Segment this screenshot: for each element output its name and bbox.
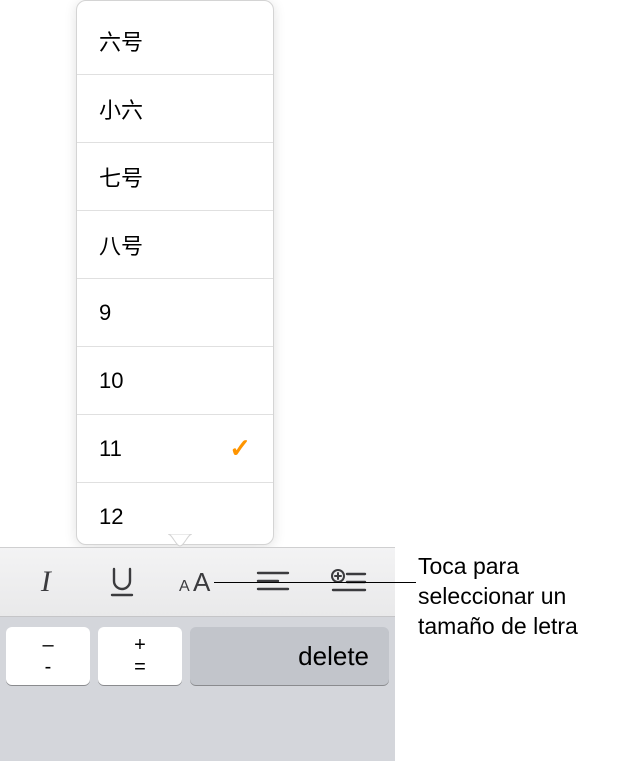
keyboard-row: – - + = delete [0,617,395,761]
checkmark-icon: ✓ [229,433,251,464]
font-size-option[interactable]: 六号 [77,7,273,75]
font-size-option[interactable]: 七号 [77,143,273,211]
font-size-option[interactable]: 八号 [77,211,273,279]
option-label: 七号 [99,161,143,193]
font-size-option[interactable]: 小六 [77,75,273,143]
option-label: 六号 [99,25,143,57]
popover-tail-icon [168,534,192,548]
option-label: 小六 [99,93,143,125]
callout-text: Toca para seleccionar un tamaño de letra [418,552,628,642]
key-label: delete [298,641,369,672]
key-label-top: – [42,635,53,655]
underline-icon [107,566,137,598]
font-size-option-selected[interactable]: 11 ✓ [77,415,273,483]
underline-button[interactable] [92,558,152,606]
option-label: 9 [99,300,111,326]
svg-text:A: A [179,578,190,595]
key-label-top: + [134,635,146,655]
font-size-icon: A A [175,567,219,597]
italic-icon: I [41,565,51,599]
delete-key[interactable]: delete [190,627,389,685]
option-label: 11 [99,436,122,462]
plus-key[interactable]: + = [98,627,182,685]
key-label-bottom: - [45,657,52,677]
option-label: 八号 [99,229,143,261]
key-label-bottom: = [134,657,146,677]
svg-text:A: A [193,567,211,597]
option-label: 10 [99,368,123,394]
callout-leader-line [214,582,416,583]
italic-button[interactable]: I [16,558,76,606]
font-size-popover: 六号 小六 七号 八号 9 10 11 ✓ 12 [76,0,274,545]
font-size-list: 六号 小六 七号 八号 9 10 11 ✓ 12 [77,1,273,545]
option-label: 12 [99,504,123,530]
font-size-option[interactable]: 9 [77,279,273,347]
minus-key[interactable]: – - [6,627,90,685]
font-size-option[interactable]: 10 [77,347,273,415]
